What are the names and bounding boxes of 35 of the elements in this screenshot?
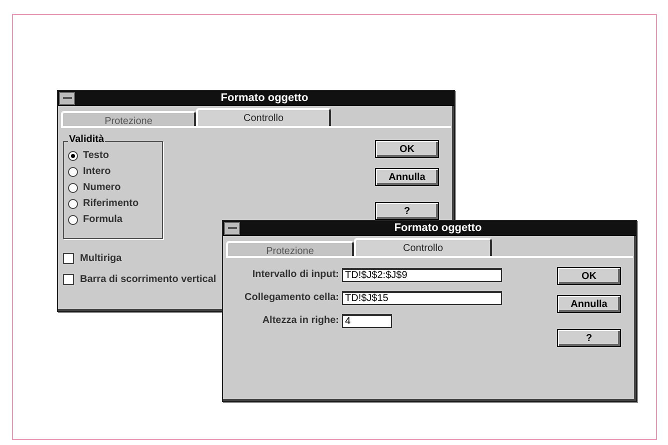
dialog-button[interactable]: Annulla [375,168,439,186]
input-field[interactable]: 4 [342,314,392,328]
radio-label: Riferimento [83,197,139,210]
dialog-button[interactable]: Annulla [557,295,621,313]
checkbox-label: Multiriga [80,252,122,266]
system-menu-icon[interactable] [59,92,75,104]
window-title: Formato oggetto [393,222,483,234]
radio-button[interactable] [68,214,78,224]
checkbox[interactable] [63,253,74,264]
group-label: Validità [68,135,106,145]
field-label: Collegamento cella: [244,291,340,305]
radio-button[interactable] [68,150,78,160]
radio-label: Numero [83,181,121,194]
tab[interactable]: Controllo [354,238,492,256]
field-label: Altezza in righe: [261,314,340,328]
input-field[interactable]: TD!$J$2:$J$9 [342,268,502,282]
field-label: Intervallo di input: [251,268,340,282]
tab[interactable]: Protezione [226,241,354,256]
radio-label: Formula [83,213,122,226]
checkbox-label: Barra di scorrimento vertical [80,273,216,287]
dialog-button[interactable]: ? [375,202,439,220]
dialog-button[interactable]: ? [557,329,621,347]
radio-button[interactable] [68,198,78,208]
input-field[interactable]: TD!$J$15 [342,290,502,304]
tab[interactable]: Protezione [61,111,196,126]
checkbox[interactable] [63,274,74,285]
system-menu-icon[interactable] [224,222,240,234]
radio-label: Intero [83,165,111,178]
window-title: Formato oggetto [220,92,310,104]
dialog-button[interactable]: OK [375,140,439,158]
tab[interactable]: Controllo [196,108,331,126]
radio-button[interactable] [68,182,78,192]
radio-label: Testo [83,149,109,162]
dialog-button[interactable]: OK [557,267,621,285]
radio-button[interactable] [68,166,78,176]
